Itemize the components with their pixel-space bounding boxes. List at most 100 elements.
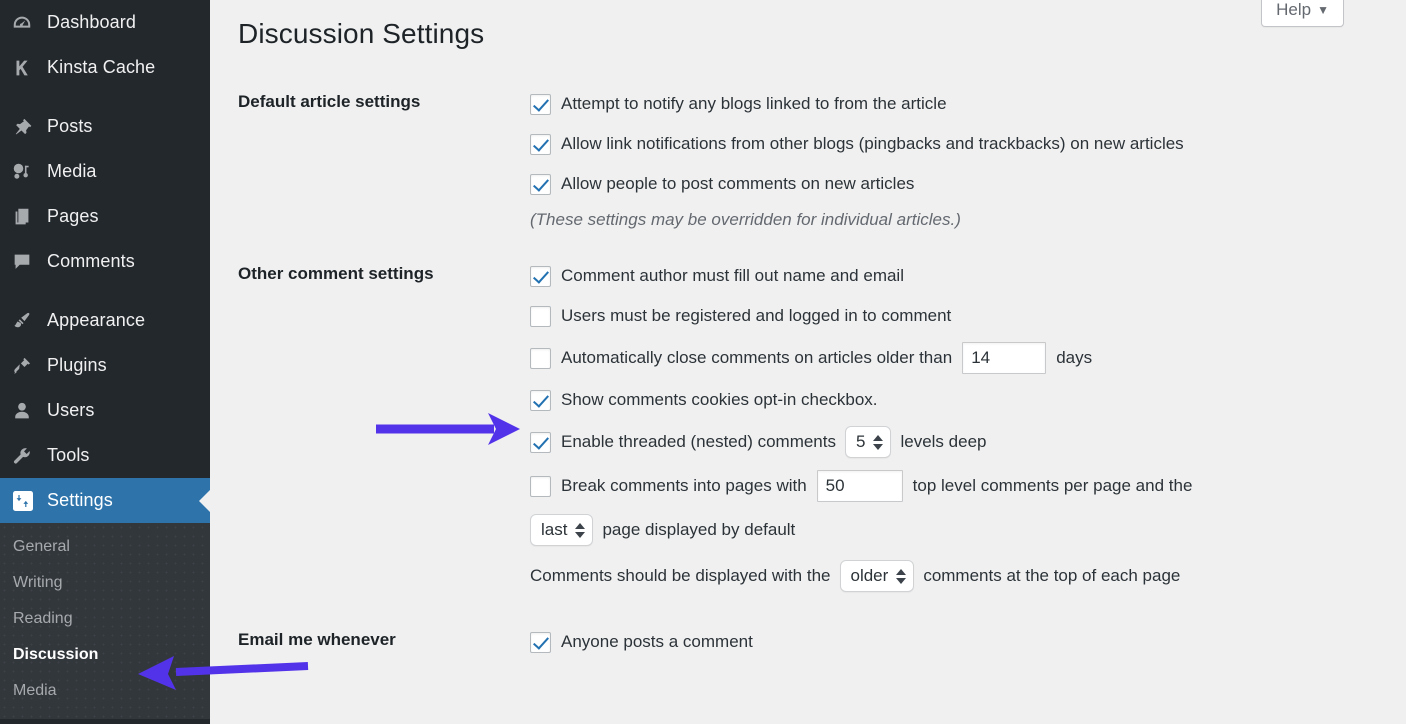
- submenu-item-discussion[interactable]: Discussion: [0, 637, 210, 673]
- option-notify-blogs[interactable]: Attempt to notify any blogs linked to fr…: [530, 90, 1398, 118]
- option-label-before: Break comments into pages with: [561, 475, 807, 495]
- checkbox-cookies-optin[interactable]: [530, 389, 551, 411]
- checkbox-threaded-comments[interactable]: [530, 431, 551, 453]
- select-arrows-icon[interactable]: [896, 568, 907, 584]
- option-label: Users must be registered and logged in t…: [561, 305, 952, 325]
- submenu-item-reading[interactable]: Reading: [0, 601, 210, 637]
- checkbox-auto-close-comments[interactable]: [530, 347, 551, 369]
- sidebar-item-plugins[interactable]: Plugins: [0, 343, 210, 388]
- option-cookies-optin[interactable]: Show comments cookies opt-in checkbox.: [530, 386, 1398, 414]
- option-label-after: page displayed by default: [602, 519, 796, 539]
- option-break-into-pages[interactable]: Break comments into pages with 50 top le…: [530, 470, 1398, 502]
- section-heading-email-me: Email me whenever: [238, 630, 396, 649]
- option-label: Comment author must fill out name and em…: [561, 265, 904, 285]
- help-tab-button[interactable]: Help ▼: [1261, 0, 1344, 27]
- select-value: older: [850, 565, 889, 585]
- default-page-select[interactable]: last: [530, 514, 594, 546]
- section-heading-other-comment: Other comment settings: [238, 264, 434, 283]
- submenu-item-general[interactable]: General: [0, 529, 210, 565]
- option-label-before: Enable threaded (nested) comments: [561, 431, 836, 451]
- option-anyone-posts-comment[interactable]: Anyone posts a comment: [530, 628, 1398, 656]
- option-label-before: Automatically close comments on articles…: [561, 347, 953, 367]
- option-require-name-email[interactable]: Comment author must fill out name and em…: [530, 262, 1398, 290]
- checkbox-require-name-email[interactable]: [530, 265, 551, 287]
- chevron-down-icon: ▼: [1317, 3, 1329, 17]
- option-label-before: Comments should be displayed with the: [530, 565, 831, 585]
- option-label: Attempt to notify any blogs linked to fr…: [561, 93, 947, 113]
- current-menu-notch: [199, 489, 210, 512]
- option-allow-pingbacks[interactable]: Allow link notifications from other blog…: [530, 130, 1398, 158]
- main-content: Help ▼ Discussion Settings Default articl…: [210, 0, 1406, 724]
- submenu-item-media[interactable]: Media: [0, 673, 210, 709]
- checkbox-require-registration[interactable]: [530, 305, 551, 327]
- sidebar-item-pages[interactable]: Pages: [0, 194, 210, 239]
- comment-bubble-icon: [11, 251, 45, 273]
- submenu-item-writing[interactable]: Writing: [0, 565, 210, 601]
- option-require-registration[interactable]: Users must be registered and logged in t…: [530, 302, 1398, 330]
- stepper-value: 5: [856, 431, 866, 451]
- sidebar-item-appearance[interactable]: Appearance: [0, 298, 210, 343]
- option-threaded-comments[interactable]: Enable threaded (nested) comments 5 leve…: [530, 426, 1398, 458]
- media-icon: [11, 161, 45, 183]
- sidebar-item-label: Media: [47, 161, 97, 181]
- pages-icon: [11, 206, 45, 228]
- sidebar-item-tools[interactable]: Tools: [0, 433, 210, 478]
- settings-submenu: General Writing Reading Discussion Media: [0, 523, 210, 719]
- sidebar-item-settings[interactable]: Settings: [0, 478, 210, 523]
- sidebar-item-label: Kinsta Cache: [47, 57, 156, 77]
- sidebar-item-label: Pages: [47, 206, 99, 226]
- pin-icon: [11, 116, 45, 138]
- select-value: last: [541, 519, 568, 539]
- plug-icon: [11, 355, 45, 377]
- wrench-icon: [11, 445, 45, 467]
- admin-sidebar: Dashboard Kinsta Cache Posts Media Pages: [0, 0, 210, 724]
- paintbrush-icon: [11, 310, 45, 332]
- sidebar-item-label: Appearance: [47, 310, 146, 330]
- sidebar-item-label: Dashboard: [47, 12, 136, 32]
- default-article-note: (These settings may be overridden for in…: [530, 210, 961, 229]
- sidebar-item-label: Tools: [47, 445, 90, 465]
- sidebar-item-media[interactable]: Media: [0, 149, 210, 194]
- stepper-arrows-icon[interactable]: [873, 434, 884, 450]
- close-days-input[interactable]: 14: [962, 342, 1047, 374]
- option-label: Show comments cookies opt-in checkbox.: [561, 389, 878, 409]
- comments-per-page-input[interactable]: 50: [816, 470, 903, 502]
- sidebar-item-comments[interactable]: Comments: [0, 239, 210, 284]
- wordpress-admin-screen: Dashboard Kinsta Cache Posts Media Pages: [0, 0, 1406, 724]
- option-comment-order[interactable]: Comments should be displayed with the ol…: [530, 560, 1398, 592]
- comment-order-select[interactable]: older: [839, 560, 915, 592]
- kinsta-k-icon: [11, 57, 45, 79]
- sidebar-item-posts[interactable]: Posts: [0, 104, 210, 149]
- option-allow-comments[interactable]: Allow people to post comments on new art…: [530, 170, 1398, 198]
- option-label-after: comments at the top of each page: [923, 565, 1181, 585]
- option-label-after: levels deep: [900, 431, 987, 451]
- sidebar-item-label: Posts: [47, 116, 93, 136]
- dashboard-icon: [11, 12, 45, 34]
- sidebar-item-label: Comments: [47, 251, 135, 271]
- threaded-levels-stepper[interactable]: 5: [845, 426, 892, 458]
- option-label: Allow link notifications from other blog…: [561, 133, 1184, 153]
- sidebar-item-users[interactable]: Users: [0, 388, 210, 433]
- option-auto-close-comments[interactable]: Automatically close comments on articles…: [530, 342, 1398, 374]
- option-label: Allow people to post comments on new art…: [561, 173, 915, 193]
- user-icon: [11, 400, 45, 422]
- row-email-me-whenever: Email me whenever Anyone posts a comment: [238, 628, 1398, 668]
- checkbox-allow-comments[interactable]: [530, 173, 551, 195]
- checkbox-allow-pingbacks[interactable]: [530, 133, 551, 155]
- sidebar-item-dashboard[interactable]: Dashboard: [0, 0, 210, 45]
- row-other-comment-settings: Other comment settings Comment author mu…: [238, 262, 1398, 604]
- section-heading-default-article: Default article settings: [238, 92, 421, 111]
- option-label: Anyone posts a comment: [561, 631, 753, 651]
- sliders-icon: [11, 489, 45, 513]
- checkbox-notify-blogs[interactable]: [530, 93, 551, 115]
- select-arrows-icon[interactable]: [575, 522, 586, 538]
- checkbox-break-into-pages[interactable]: [530, 475, 551, 497]
- option-default-page[interactable]: last page displayed by default: [521, 514, 1398, 546]
- discussion-settings-form: Default article settings Attempt to noti…: [238, 90, 1398, 668]
- row-default-article-settings: Default article settings Attempt to noti…: [238, 90, 1398, 230]
- checkbox-anyone-posts-comment[interactable]: [530, 631, 551, 653]
- sidebar-item-kinsta-cache[interactable]: Kinsta Cache: [0, 45, 210, 90]
- sidebar-item-label: Settings: [47, 490, 113, 510]
- option-label-after: top level comments per page and the: [912, 475, 1193, 495]
